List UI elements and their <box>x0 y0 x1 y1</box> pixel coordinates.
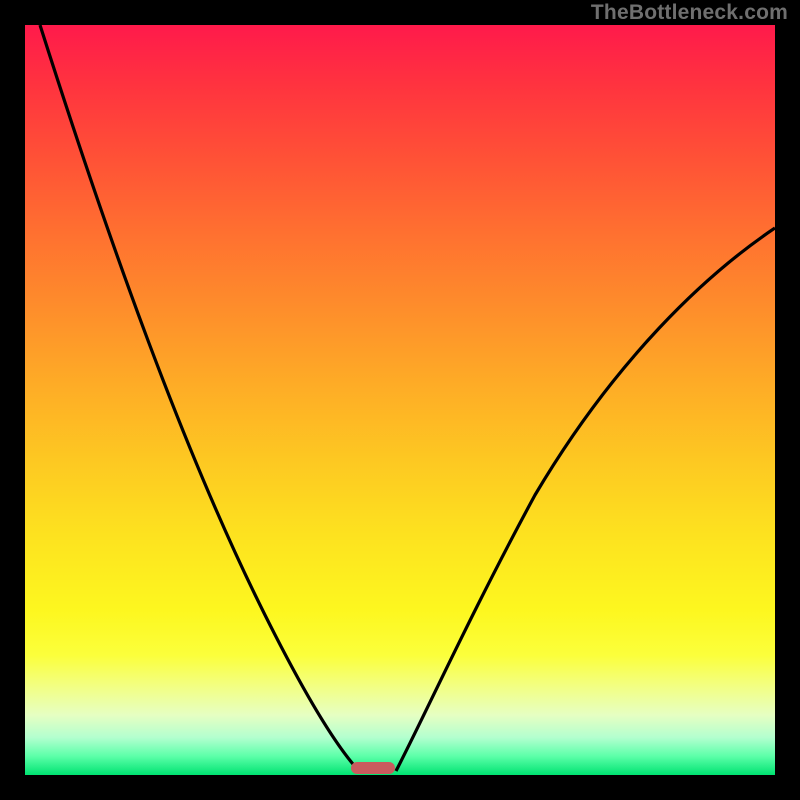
bottleneck-curve <box>25 25 775 775</box>
attribution-text: TheBottleneck.com <box>591 1 788 25</box>
curve-right-branch <box>396 228 775 771</box>
bottleneck-marker <box>351 762 395 774</box>
curve-left-branch <box>40 25 359 771</box>
chart-frame: TheBottleneck.com <box>0 0 800 800</box>
plot-area <box>25 25 775 775</box>
